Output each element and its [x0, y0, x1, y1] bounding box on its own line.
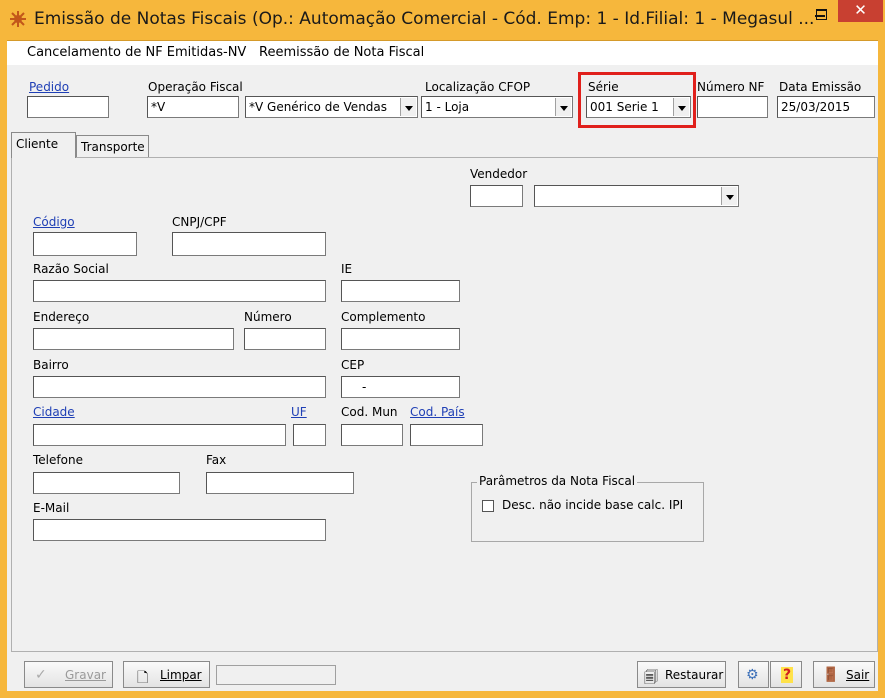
bairro-label: Bairro	[33, 358, 69, 372]
checkmark-icon: ✓	[35, 667, 47, 683]
endereco-input[interactable]	[33, 328, 234, 350]
vendedor-select[interactable]	[534, 185, 739, 207]
fax-input[interactable]	[206, 472, 354, 494]
window-title: Emissão de Notas Fiscais (Op.: Automação…	[34, 9, 815, 29]
cfop-select-value: 1 - Loja	[425, 100, 470, 114]
email-input[interactable]	[33, 519, 326, 541]
pedido-input[interactable]	[27, 96, 109, 118]
tab-transporte[interactable]: Transporte	[76, 135, 149, 157]
cep-label: CEP	[341, 358, 365, 372]
status-field	[216, 665, 336, 685]
operacao-select[interactable]: *V Genérico de Vendas	[245, 96, 418, 118]
window-frame-bottom	[0, 691, 885, 698]
data-emissao-label: Data Emissão	[779, 80, 862, 94]
serie-highlight	[578, 72, 696, 128]
parametros-title: Parâmetros da Nota Fiscal	[477, 474, 638, 488]
telefone-label: Telefone	[33, 453, 83, 467]
limpar-label: Limpar	[160, 668, 202, 682]
gravar-label: Gravar	[65, 668, 106, 682]
razao-social-input[interactable]	[33, 280, 326, 302]
uf-input[interactable]	[293, 424, 326, 446]
razao-social-label: Razão Social	[33, 262, 109, 276]
cod-mun-input[interactable]	[341, 424, 403, 446]
new-document-icon: 🗋	[137, 670, 149, 686]
tools-icon: ⚙	[746, 667, 759, 683]
menu-reemissao[interactable]: Reemissão de Nota Fiscal	[259, 45, 424, 60]
restaurar-label: Restaurar	[665, 668, 724, 682]
restore-icon: 🗐	[644, 670, 658, 686]
telefone-input[interactable]	[33, 472, 180, 494]
operacao-select-value: *V Genérico de Vendas	[249, 100, 388, 114]
complemento-input[interactable]	[341, 328, 460, 350]
cidade-input[interactable]	[33, 424, 286, 446]
numero-nf-label: Número NF	[697, 80, 765, 94]
fax-label: Fax	[206, 453, 227, 467]
cep-input[interactable]: -	[341, 376, 460, 398]
bairro-input[interactable]	[33, 376, 326, 398]
uf-label[interactable]: UF	[291, 405, 307, 419]
maximize-button[interactable]	[808, 0, 834, 30]
numero-label: Número	[244, 310, 292, 324]
cnpj-input[interactable]	[172, 232, 326, 256]
sair-label: Sair	[846, 668, 870, 682]
gravar-button[interactable]: ✓ Gravar	[24, 661, 113, 688]
app-icon	[9, 10, 27, 28]
chevron-down-icon[interactable]	[555, 98, 571, 116]
tab-cliente[interactable]: Cliente	[11, 132, 76, 158]
cod-pais-input[interactable]	[410, 424, 483, 446]
complemento-label: Complemento	[341, 310, 426, 324]
data-emissao-input[interactable]: 25/03/2015	[777, 96, 875, 118]
limpar-button[interactable]: 🗋 Limpar	[123, 661, 210, 688]
numero-nf-input[interactable]	[697, 96, 768, 118]
operacao-label: Operação Fiscal	[148, 80, 243, 94]
ie-input[interactable]	[341, 280, 460, 302]
ie-label: IE	[341, 262, 353, 276]
cfop-select[interactable]: 1 - Loja	[421, 96, 573, 118]
endereco-label: Endereço	[33, 310, 90, 324]
menu-cancelamento[interactable]: Cancelamento de NF Emitidas-NV	[27, 45, 246, 60]
vendedor-code-input[interactable]	[470, 185, 523, 207]
chevron-down-icon[interactable]	[400, 98, 416, 116]
cnpj-label: CNPJ/CPF	[172, 215, 227, 229]
cod-mun-label: Cod. Mun	[341, 405, 398, 419]
window-frame-left	[0, 40, 7, 698]
email-label: E-Mail	[33, 501, 70, 515]
cod-pais-label[interactable]: Cod. País	[410, 405, 465, 419]
cfop-label: Localização CFOP	[425, 80, 531, 94]
pedido-label[interactable]: Pedido	[29, 80, 69, 94]
chevron-down-icon[interactable]	[721, 187, 737, 205]
desc-ipi-checkbox[interactable]	[482, 500, 494, 512]
help-icon: ?	[781, 667, 794, 683]
codigo-input[interactable]	[33, 232, 137, 256]
numero-input[interactable]	[244, 328, 326, 350]
desc-ipi-label: Desc. não incide base calc. IPI	[502, 498, 684, 512]
help-button[interactable]: ?	[770, 661, 802, 688]
exit-door-icon: 🚪	[822, 667, 840, 683]
close-button[interactable]: ✕	[838, 0, 883, 22]
window-frame-right	[878, 40, 885, 698]
sair-button[interactable]: 🚪 Sair	[813, 661, 875, 688]
vendedor-label: Vendedor	[470, 167, 528, 181]
codigo-label[interactable]: Código	[33, 215, 75, 229]
tools-button[interactable]: ⚙	[738, 661, 769, 688]
operacao-code-input[interactable]: *V	[147, 96, 239, 118]
parametros-groupbox	[471, 482, 704, 542]
cidade-label[interactable]: Cidade	[33, 405, 75, 419]
restaurar-button[interactable]: 🗐 Restaurar	[637, 661, 726, 688]
